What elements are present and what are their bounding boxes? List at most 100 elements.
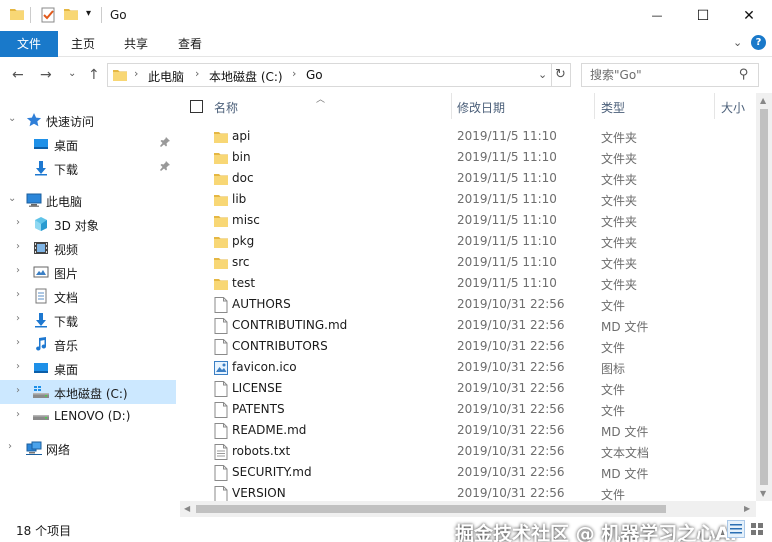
new-folder-icon[interactable] <box>64 7 78 24</box>
tab-view[interactable]: 查看 <box>164 31 216 57</box>
expand-icon[interactable]: › <box>16 313 20 324</box>
column-divider[interactable] <box>451 93 452 119</box>
expand-icon[interactable]: › <box>16 241 20 252</box>
item-count: 18 个项目 <box>16 524 72 538</box>
sidebar-item-downloads[interactable]: › 下载 <box>0 308 176 332</box>
table-row[interactable]: AUTHORS 2019/10/31 22:56 文件 <box>180 294 756 315</box>
expand-icon[interactable]: › <box>16 361 20 372</box>
column-size[interactable]: 大小 <box>721 99 745 116</box>
column-date[interactable]: 修改日期 <box>457 99 505 116</box>
sidebar-item-pictures[interactable]: › 图片 <box>0 260 176 284</box>
file-type: 文件夹 <box>601 194 638 208</box>
address-bar[interactable]: › 此电脑 › 本地磁盘 (C:) › Go ⌄ ↻ <box>107 63 571 87</box>
expand-icon[interactable]: › <box>16 385 20 396</box>
table-row[interactable]: misc 2019/11/5 11:10 文件夹 <box>180 210 756 231</box>
file-type: MD 文件 <box>601 467 649 481</box>
table-row[interactable]: VERSION 2019/10/31 22:56 文件 <box>180 483 756 501</box>
collapse-icon[interactable]: ⌄ <box>8 113 16 124</box>
sidebar-item-this-pc[interactable]: ⌄ 此电脑 <box>0 188 176 212</box>
scroll-down-icon[interactable]: ▼ <box>760 489 766 498</box>
table-row[interactable]: doc 2019/11/5 11:10 文件夹 <box>180 168 756 189</box>
sidebar-item-lenovo-d[interactable]: › LENOVO (D:) <box>0 404 176 428</box>
maximize-button[interactable]: ☐ <box>680 0 726 31</box>
details-view-button[interactable] <box>727 520 745 538</box>
scroll-up-icon[interactable]: ▲ <box>760 96 766 105</box>
divider <box>30 7 31 23</box>
sidebar-item-network[interactable]: › 网络 <box>0 436 176 460</box>
minimize-button[interactable]: — <box>634 0 680 31</box>
sidebar-item-music[interactable]: › 音乐 <box>0 332 176 356</box>
horizontal-scroll-thumb[interactable] <box>196 505 666 513</box>
expand-icon[interactable]: › <box>16 289 20 300</box>
search-icon[interactable]: ⚲ <box>739 67 749 82</box>
sidebar-item-quick-access[interactable]: ⌄ 快速访问 <box>0 108 176 132</box>
breadcrumb-go[interactable]: Go <box>306 68 323 82</box>
sidebar-item-desktop[interactable]: › 桌面 <box>0 356 176 380</box>
refresh-icon[interactable]: ↻ <box>555 67 566 82</box>
pin-icon[interactable] <box>160 137 170 150</box>
search-box[interactable]: ⚲ <box>581 63 759 87</box>
column-divider[interactable] <box>714 93 715 119</box>
watermark-text: 掘金技术社区 @ 机器学习之心AI <box>455 523 738 542</box>
sidebar-item-local-disk-c[interactable]: › 本地磁盘 (C:) <box>0 380 176 404</box>
ribbon-collapse-icon[interactable]: ⌄ <box>733 36 742 49</box>
properties-icon[interactable] <box>41 7 56 26</box>
collapse-icon[interactable]: ⌄ <box>8 193 16 204</box>
file-date: 2019/10/31 22:56 <box>457 381 565 395</box>
folder-icon[interactable] <box>10 7 24 24</box>
expand-icon[interactable]: › <box>16 265 20 276</box>
table-row[interactable]: CONTRIBUTORS 2019/10/31 22:56 文件 <box>180 336 756 357</box>
table-row[interactable]: LICENSE 2019/10/31 22:56 文件 <box>180 378 756 399</box>
column-name[interactable]: 名称 <box>214 99 238 116</box>
address-dropdown-icon[interactable]: ⌄ <box>538 68 547 81</box>
breadcrumb-this-pc[interactable]: 此电脑 <box>148 68 184 85</box>
forward-button[interactable]: → <box>40 67 52 83</box>
tab-share[interactable]: 共享 <box>110 31 162 57</box>
close-button[interactable]: ✕ <box>726 0 772 31</box>
back-button[interactable]: ← <box>12 67 24 83</box>
quick-access-dropdown-icon[interactable]: ▾ <box>86 8 91 19</box>
sidebar-item-downloads-pinned[interactable]: 下载 <box>0 156 176 180</box>
search-input[interactable] <box>590 67 730 83</box>
tab-file[interactable]: 文件 <box>0 31 58 57</box>
sidebar-item-documents[interactable]: › 文档 <box>0 284 176 308</box>
file-type: 文件夹 <box>601 131 638 145</box>
table-row[interactable]: api 2019/11/5 11:10 文件夹 <box>180 126 756 147</box>
tab-home[interactable]: 主页 <box>58 31 108 57</box>
breadcrumb-local-disk[interactable]: 本地磁盘 (C:) <box>209 68 283 85</box>
sidebar-item-videos[interactable]: › 视频 <box>0 236 176 260</box>
expand-icon[interactable]: › <box>8 441 12 452</box>
folder-icon <box>214 129 228 145</box>
vertical-scrollbar[interactable]: ▲ ▼ <box>756 93 772 501</box>
expand-icon[interactable]: › <box>16 337 20 348</box>
sidebar-item-label: 此电脑 <box>46 195 83 209</box>
table-row[interactable]: README.md 2019/10/31 22:56 MD 文件 <box>180 420 756 441</box>
table-row[interactable]: pkg 2019/11/5 11:10 文件夹 <box>180 231 756 252</box>
help-icon[interactable]: ? <box>751 35 766 50</box>
column-type[interactable]: 类型 <box>601 99 625 116</box>
table-row[interactable]: bin 2019/11/5 11:10 文件夹 <box>180 147 756 168</box>
table-row[interactable]: SECURITY.md 2019/10/31 22:56 MD 文件 <box>180 462 756 483</box>
scroll-left-icon[interactable]: ◀ <box>184 504 190 513</box>
expand-icon[interactable]: › <box>16 217 20 228</box>
table-row[interactable]: CONTRIBUTING.md 2019/10/31 22:56 MD 文件 <box>180 315 756 336</box>
expand-icon[interactable]: › <box>16 409 20 420</box>
column-divider[interactable] <box>594 93 595 119</box>
table-row[interactable]: favicon.ico 2019/10/31 22:56 图标 <box>180 357 756 378</box>
table-row[interactable]: robots.txt 2019/10/31 22:56 文本文档 <box>180 441 756 462</box>
scroll-right-icon[interactable]: ▶ <box>744 504 750 513</box>
table-row[interactable]: test 2019/11/5 11:10 文件夹 <box>180 273 756 294</box>
large-icons-view-button[interactable] <box>748 520 766 538</box>
pin-icon[interactable] <box>160 161 170 174</box>
select-all-checkbox[interactable] <box>190 100 203 113</box>
sidebar-item-3d-objects[interactable]: › 3D 对象 <box>0 212 176 236</box>
horizontal-scrollbar[interactable]: ◀ ▶ <box>180 501 756 517</box>
table-row[interactable]: src 2019/11/5 11:10 文件夹 <box>180 252 756 273</box>
sidebar-item-desktop-pinned[interactable]: 桌面 <box>0 132 176 156</box>
file-name: favicon.ico <box>232 360 297 374</box>
table-row[interactable]: lib 2019/11/5 11:10 文件夹 <box>180 189 756 210</box>
table-row[interactable]: PATENTS 2019/10/31 22:56 文件 <box>180 399 756 420</box>
up-button[interactable]: ↑ <box>88 67 100 83</box>
recent-locations-button[interactable]: ⌄ <box>68 68 76 79</box>
vertical-scroll-thumb[interactable] <box>760 109 768 485</box>
